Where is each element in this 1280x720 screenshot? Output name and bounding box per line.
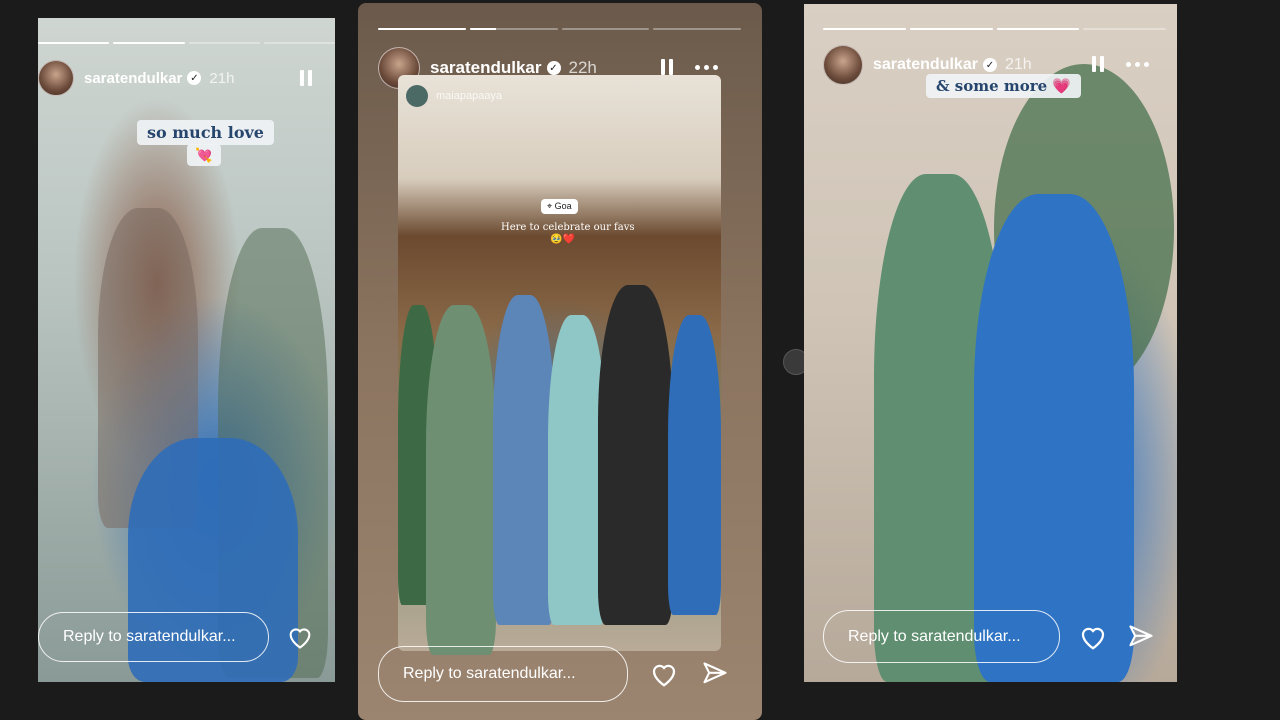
heart-sticker-icon: 💘 xyxy=(187,144,221,166)
progress-segment xyxy=(378,28,466,30)
heart-sticker-icon: 💗 xyxy=(1052,77,1072,95)
verified-badge-icon: ✓ xyxy=(982,58,997,72)
progress-segment xyxy=(38,42,110,44)
photo-figure xyxy=(426,305,496,655)
progress-segment xyxy=(113,42,185,44)
location-pin-icon: ⌖ xyxy=(547,201,553,211)
sticker-text: & some more xyxy=(936,77,1048,95)
caption-emoji: 🥹❤️ xyxy=(550,234,575,245)
photo-figure xyxy=(974,194,1134,682)
avatar xyxy=(406,85,428,107)
avatar[interactable] xyxy=(38,60,74,96)
progress-segment xyxy=(823,28,906,30)
reply-input[interactable]: Reply to saratendulkar... xyxy=(823,610,1060,663)
more-options-icon[interactable] xyxy=(695,64,718,70)
story-caption: Here to celebrate our favs xyxy=(501,222,635,233)
heart-icon[interactable] xyxy=(285,623,315,651)
username[interactable]: saratendulkar xyxy=(84,70,182,87)
text-sticker: & some more 💗 xyxy=(926,74,1082,98)
story-progress xyxy=(378,28,741,30)
story-progress xyxy=(823,28,1166,30)
photo-figure xyxy=(598,285,673,625)
story-controls xyxy=(1092,56,1149,72)
progress-segment xyxy=(188,42,260,44)
verified-badge-icon: ✓ xyxy=(187,71,202,85)
reposted-photo xyxy=(398,75,721,655)
story-left[interactable]: saratendulkar ✓ 21h so much love 💘 Reply… xyxy=(38,18,335,682)
progress-segment xyxy=(653,28,741,30)
reposted-user[interactable]: maiapapaaya xyxy=(406,85,502,107)
story-controls xyxy=(661,59,718,75)
story-center[interactable]: saratendulkar ✓ 22h maiapapaaya ⌖ Goa He… xyxy=(358,3,762,720)
progress-segment xyxy=(996,28,1080,30)
pause-icon[interactable] xyxy=(1092,56,1104,72)
story-right[interactable]: saratendulkar ✓ 21h & some more 💗 Reply … xyxy=(804,4,1177,682)
text-sticker: so much love xyxy=(137,120,274,145)
send-icon[interactable] xyxy=(1125,622,1157,652)
avatar[interactable] xyxy=(823,45,863,85)
pause-icon[interactable] xyxy=(300,70,312,86)
post-time: 21h xyxy=(209,69,235,87)
progress-segment xyxy=(263,42,335,44)
send-icon[interactable] xyxy=(699,659,731,689)
verified-badge-icon: ✓ xyxy=(546,61,561,75)
progress-segment xyxy=(469,28,558,30)
progress-segment xyxy=(909,28,993,30)
reposted-username: maiapapaaya xyxy=(436,90,503,102)
photo-figure xyxy=(493,295,555,625)
heart-icon[interactable] xyxy=(648,659,680,689)
reply-input[interactable]: Reply to saratendulkar... xyxy=(378,646,628,702)
photo-figure xyxy=(668,315,721,615)
progress-segment xyxy=(561,28,650,30)
heart-icon[interactable] xyxy=(1077,622,1109,652)
progress-segment xyxy=(1083,28,1166,30)
location-sticker[interactable]: ⌖ Goa xyxy=(541,199,578,214)
reply-input[interactable]: Reply to saratendulkar... xyxy=(38,612,269,662)
story-progress xyxy=(38,42,335,44)
post-time: 21h xyxy=(1004,56,1032,73)
more-options-icon[interactable] xyxy=(1126,61,1149,67)
story-header: saratendulkar ✓ 21h xyxy=(38,60,234,96)
story-controls xyxy=(300,70,312,86)
pause-icon[interactable] xyxy=(661,59,673,75)
username[interactable]: saratendulkar xyxy=(873,56,978,74)
location-label: Goa xyxy=(554,201,572,211)
